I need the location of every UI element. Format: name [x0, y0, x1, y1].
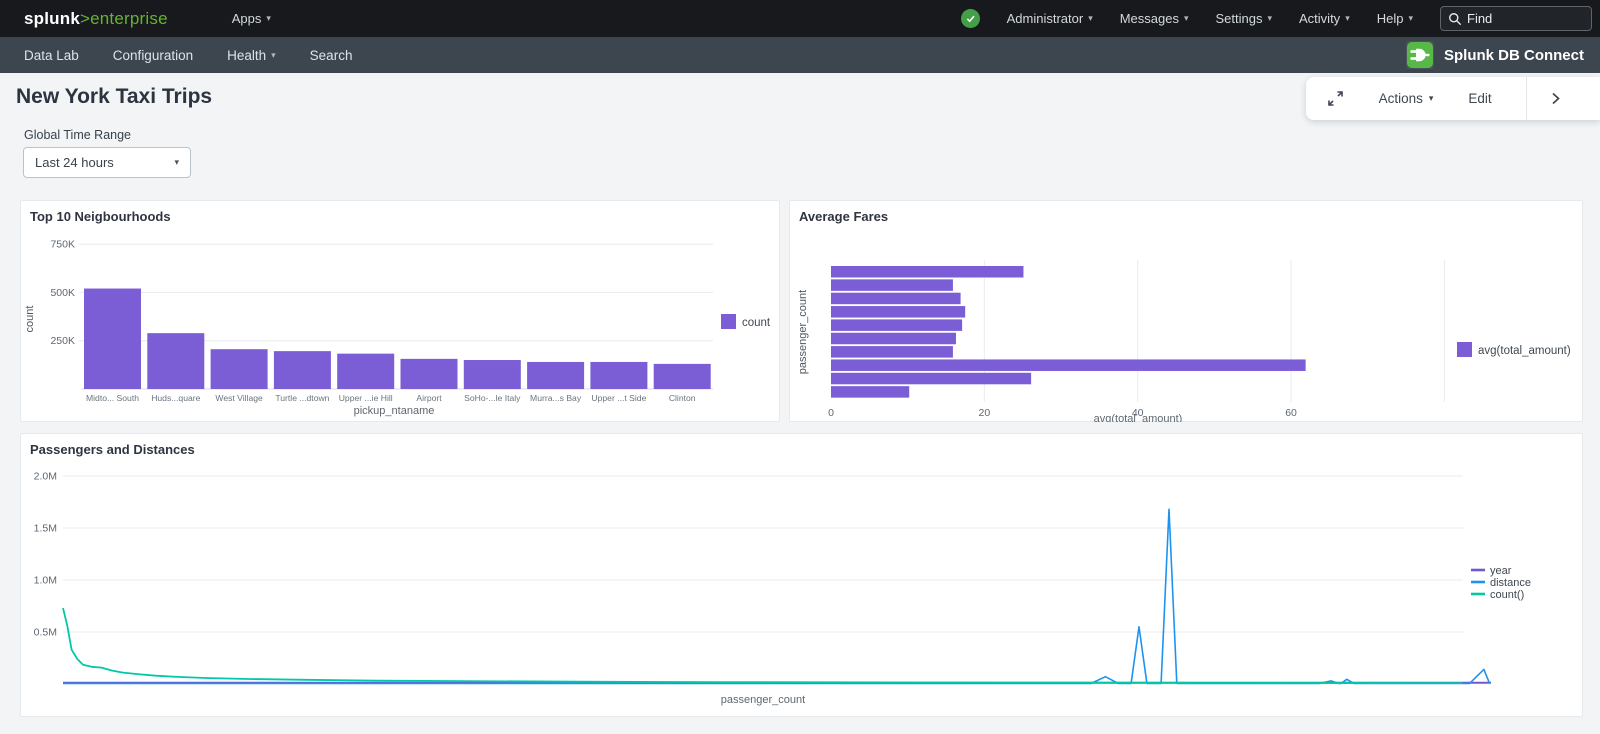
- find-input[interactable]: [1467, 11, 1577, 26]
- svg-text:Huds...quare: Huds...quare: [151, 393, 200, 403]
- nav-item-configuration[interactable]: Configuration: [113, 48, 193, 63]
- nav-item-label: Health: [227, 48, 266, 63]
- caret-down-icon: ▾: [266, 14, 271, 23]
- app-name: Splunk DB Connect: [1444, 47, 1584, 64]
- splunk-logo[interactable]: splunk>enterprise: [24, 9, 168, 29]
- top-nav-right: Administrator ▾ Messages ▾ Settings ▾ Ac…: [961, 6, 1592, 31]
- fullscreen-button[interactable]: [1306, 77, 1364, 120]
- nav-item-label: Search: [310, 48, 353, 63]
- activity-menu[interactable]: Activity ▾: [1299, 11, 1350, 26]
- nav-item-label: Configuration: [113, 48, 193, 63]
- nav-item-data-lab[interactable]: Data Lab: [24, 48, 79, 63]
- settings-menu[interactable]: Settings ▾: [1216, 11, 1273, 26]
- top-nav: splunk>enterprise Apps ▾ Administrator ▾…: [0, 0, 1600, 37]
- svg-text:1.0M: 1.0M: [34, 575, 57, 587]
- svg-text:passenger_count: passenger_count: [797, 290, 809, 374]
- svg-text:SoHo-...le Italy: SoHo-...le Italy: [464, 393, 521, 403]
- svg-text:count: count: [24, 306, 36, 333]
- svg-text:avg(total_amount): avg(total_amount): [1478, 345, 1571, 357]
- app-badge-db-connect[interactable]: Splunk DB Connect: [1406, 41, 1584, 69]
- svg-text:West Village: West Village: [215, 393, 263, 403]
- panel-title: Top 10 Neigbourhoods: [21, 201, 779, 224]
- edit-button[interactable]: Edit: [1448, 77, 1512, 120]
- time-range-value: Last 24 hours: [35, 155, 174, 170]
- svg-text:20: 20: [979, 407, 991, 419]
- average-fares-chart[interactable]: 0204060avg(total_amount)passenger_counta…: [790, 224, 1584, 422]
- logo-product: >enterprise: [80, 9, 168, 28]
- svg-text:count: count: [742, 317, 771, 329]
- time-range-label: Global Time Range: [24, 128, 131, 142]
- expand-icon: [1327, 90, 1344, 107]
- activity-menu-label: Activity: [1299, 11, 1340, 26]
- panel-average-fares: Average Fares 0204060avg(total_amount)pa…: [789, 200, 1583, 422]
- app-nav: Data Lab Configuration Health ▾ Search S…: [0, 37, 1600, 73]
- svg-text:Upper ...t Side: Upper ...t Side: [591, 393, 646, 403]
- help-menu-label: Help: [1377, 11, 1404, 26]
- svg-text:60: 60: [1285, 407, 1297, 419]
- caret-down-icon: ▾: [1408, 14, 1413, 23]
- nav-item-health[interactable]: Health ▾: [227, 48, 276, 63]
- time-range-dropdown[interactable]: Last 24 hours ▾: [23, 147, 191, 178]
- check-icon: [965, 13, 976, 24]
- svg-text:250K: 250K: [50, 335, 75, 347]
- panel-top-10-neighbourhoods: Top 10 Neigbourhoods 250K 500K 750K Midto..…: [20, 200, 780, 422]
- edit-button-label: Edit: [1468, 91, 1491, 106]
- panel-title: Average Fares: [790, 201, 1582, 224]
- apps-menu[interactable]: Apps ▾: [232, 11, 271, 26]
- panel-passengers-and-distances: Passengers and Distances 0.5M 1.0M 1.5M 2.0…: [20, 433, 1583, 717]
- settings-menu-label: Settings: [1216, 11, 1263, 26]
- svg-text:passenger_count: passenger_count: [721, 694, 805, 706]
- chevron-right-icon: [1547, 90, 1564, 107]
- caret-down-icon: ▾: [1429, 94, 1434, 103]
- search-icon: [1448, 12, 1462, 26]
- svg-text:pickup_ntaname: pickup_ntaname: [354, 405, 435, 417]
- more-panel-button[interactable]: [1527, 77, 1583, 120]
- caret-down-icon: ▾: [271, 51, 276, 60]
- caret-down-icon: ▾: [1184, 14, 1189, 23]
- apps-menu-label: Apps: [232, 11, 262, 26]
- user-menu[interactable]: Administrator ▾: [1007, 11, 1093, 26]
- top-10-neighbourhoods-chart[interactable]: 250K 500K 750K Midto... South Huds...quare We…: [21, 224, 781, 422]
- messages-menu-label: Messages: [1120, 11, 1179, 26]
- messages-menu[interactable]: Messages ▾: [1120, 11, 1189, 26]
- svg-text:500K: 500K: [50, 287, 75, 299]
- caret-down-icon: ▾: [1345, 14, 1350, 23]
- actions-button-label: Actions: [1379, 91, 1423, 106]
- svg-text:2.0M: 2.0M: [34, 471, 57, 483]
- caret-down-icon: ▾: [1267, 14, 1272, 23]
- svg-text:year: year: [1490, 565, 1512, 577]
- svg-text:distance: distance: [1490, 577, 1531, 589]
- svg-text:count(): count(): [1490, 589, 1524, 601]
- passengers-and-distances-chart[interactable]: 0.5M 1.0M 1.5M 2.0M passenger_count yeardista…: [21, 457, 1584, 717]
- find-search-box[interactable]: [1440, 6, 1592, 31]
- nav-item-search[interactable]: Search: [310, 48, 353, 63]
- actions-button[interactable]: Actions ▾: [1364, 77, 1448, 120]
- svg-text:Clinton: Clinton: [669, 393, 696, 403]
- svg-text:Turtle ...dtown: Turtle ...dtown: [275, 393, 329, 403]
- svg-text:1.5M: 1.5M: [34, 523, 57, 535]
- caret-down-icon: ▾: [1088, 14, 1093, 23]
- health-status-icon[interactable]: [961, 9, 980, 28]
- db-connect-plug-icon: [1406, 41, 1434, 69]
- nav-item-label: Data Lab: [24, 48, 79, 63]
- svg-text:0.5M: 0.5M: [34, 627, 57, 639]
- svg-text:Upper ...ie Hill: Upper ...ie Hill: [339, 393, 393, 403]
- user-menu-label: Administrator: [1007, 11, 1084, 26]
- svg-text:750K: 750K: [50, 239, 75, 251]
- svg-text:Murra...s Bay: Murra...s Bay: [530, 393, 582, 403]
- panel-title: Passengers and Distances: [21, 434, 1582, 457]
- svg-text:Midto... South: Midto... South: [86, 393, 139, 403]
- dashboard-toolbar: Actions ▾ Edit: [1306, 77, 1600, 120]
- page-title: New York Taxi Trips: [16, 85, 212, 109]
- help-menu[interactable]: Help ▾: [1377, 11, 1413, 26]
- svg-text:Airport: Airport: [416, 393, 442, 403]
- caret-down-icon: ▾: [174, 158, 179, 167]
- svg-text:avg(total_amount): avg(total_amount): [1094, 413, 1183, 422]
- svg-text:0: 0: [828, 407, 834, 419]
- dashboard-content: Actions ▾ Edit New York Taxi Trips Globa…: [0, 73, 1600, 734]
- logo-brand: splunk: [24, 9, 80, 28]
